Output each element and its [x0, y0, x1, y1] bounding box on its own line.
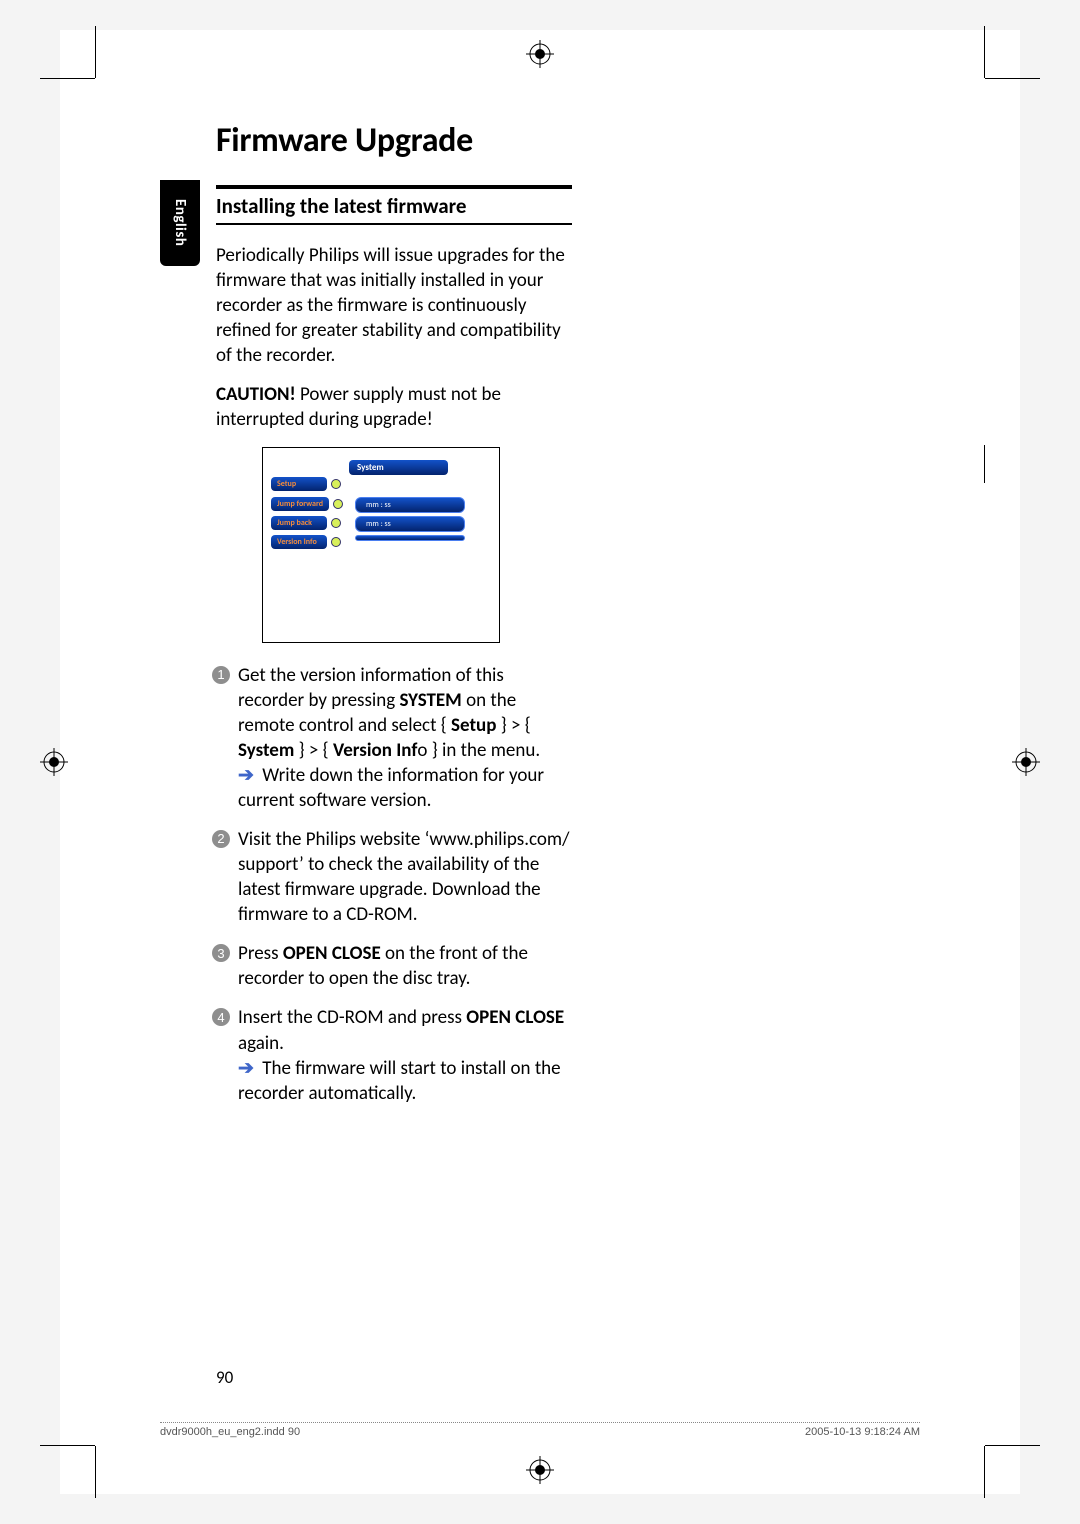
- registration-mark-icon: [526, 1456, 554, 1484]
- menu-row-setup: Setup: [271, 477, 341, 491]
- step-item: 1Get the version information of this rec…: [216, 663, 572, 813]
- section-heading-wrap: Installing the latest firmware: [216, 185, 572, 225]
- caution-paragraph: CAUTION! Power supply must not be interr…: [216, 382, 572, 432]
- language-tab: English: [160, 180, 200, 266]
- step-result: The firmware will start to install on th…: [238, 1057, 561, 1105]
- step-bullet-icon: 2: [212, 830, 230, 848]
- crop-mark-icon: [984, 1446, 985, 1498]
- crop-mark-icon: [95, 1446, 96, 1498]
- menu-val-jump-forward: mm : ss: [355, 497, 465, 513]
- main-column: Installing the latest firmware Periodica…: [216, 185, 572, 1106]
- menu-row-version-info: Version Info: [271, 535, 341, 549]
- page-title: Firmware Upgrade: [216, 120, 920, 161]
- page-number: 90: [216, 1367, 233, 1388]
- footer-right: 2005-10-13 9:18:24 AM: [805, 1426, 920, 1440]
- step-item: 4Insert the CD-ROM and press OPEN CLOSE …: [216, 1005, 572, 1105]
- menu-val-jump-back: mm : ss: [355, 516, 465, 532]
- print-footer: dvdr9000h_eu_eng2.indd 90 2005-10-13 9:1…: [160, 1422, 920, 1440]
- arrow-icon: ➔: [238, 764, 254, 787]
- arrow-icon: ➔: [238, 1057, 254, 1080]
- section-heading: Installing the latest firmware: [216, 193, 572, 219]
- steps-list: 1Get the version information of this rec…: [216, 663, 572, 1106]
- content-area: Firmware Upgrade English Installing the …: [160, 120, 920, 1120]
- crop-mark-icon: [95, 26, 96, 78]
- crop-mark-icon: [985, 78, 1040, 79]
- registration-mark-icon: [526, 40, 554, 68]
- menu-row-jump-forward: Jump forward: [271, 497, 343, 511]
- footer-left: dvdr9000h_eu_eng2.indd 90: [160, 1426, 300, 1440]
- registration-mark-icon: [1012, 748, 1040, 776]
- step-item: 2Visit the Philips website ‘www.philips.…: [216, 827, 572, 927]
- step-result: Write down the information for your curr…: [238, 764, 544, 812]
- step-item: 3Press OPEN CLOSE on the front of the re…: [216, 941, 572, 991]
- crop-mark-icon: [984, 445, 985, 483]
- step-bullet-icon: 1: [212, 666, 230, 684]
- menu-val-version-info: [355, 535, 465, 541]
- step-body: Get the version information of this reco…: [238, 664, 540, 762]
- step-body: Insert the CD-ROM and press OPEN CLOSE a…: [238, 1006, 564, 1054]
- crop-mark-icon: [40, 1445, 95, 1446]
- menu-row-jump-back: Jump back: [271, 516, 341, 530]
- step-body: Press OPEN CLOSE on the front of the rec…: [238, 942, 528, 990]
- step-body: Visit the Philips website ‘www.philips.c…: [238, 828, 569, 926]
- menu-top-label: System: [349, 460, 448, 475]
- crop-mark-icon: [40, 78, 95, 79]
- step-bullet-icon: 3: [212, 944, 230, 962]
- onscreen-menu-screenshot: System Setup Jump forward mm : ss Jump b…: [262, 447, 500, 643]
- registration-mark-icon: [40, 748, 68, 776]
- step-bullet-icon: 4: [212, 1008, 230, 1026]
- intro-paragraph: Periodically Philips will issue upgrades…: [216, 243, 572, 368]
- page-surface: Firmware Upgrade English Installing the …: [60, 30, 1020, 1494]
- crop-mark-icon: [984, 26, 985, 78]
- crop-mark-icon: [985, 1445, 1040, 1446]
